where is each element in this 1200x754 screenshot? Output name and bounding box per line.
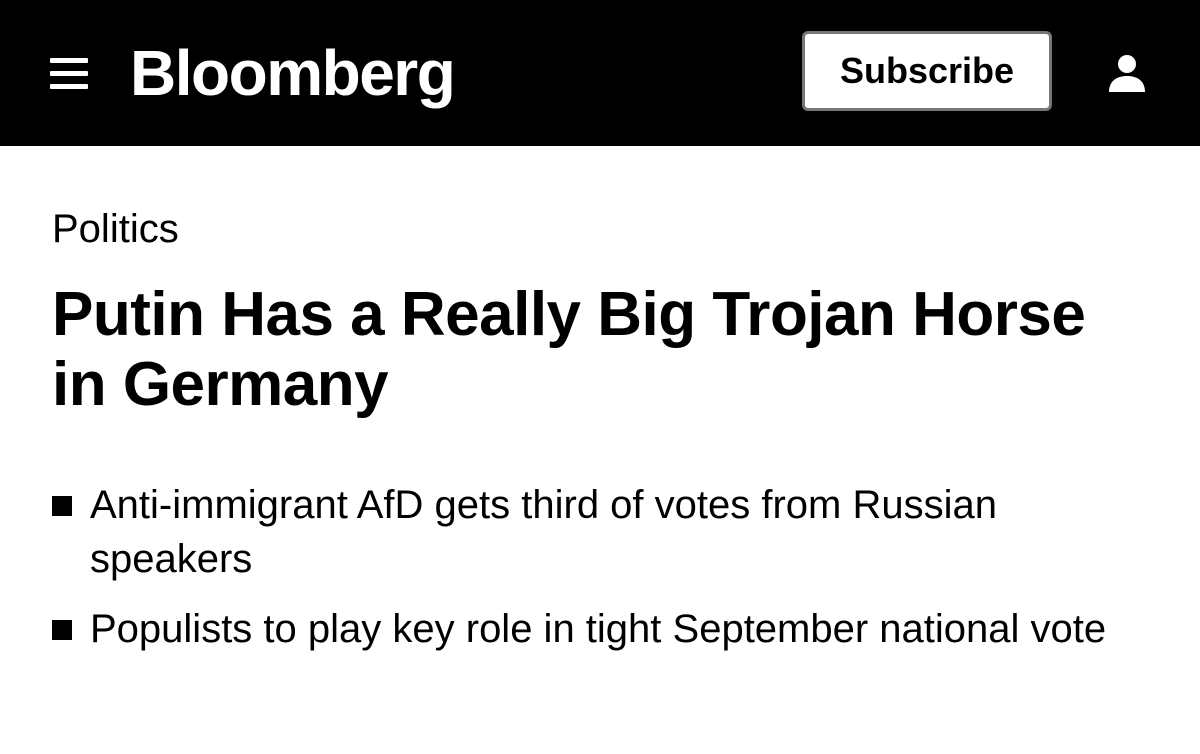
summary-bullet: Populists to play key role in tight Sept… [52,602,1162,656]
hamburger-menu-icon[interactable] [50,58,88,90]
bullet-square-icon [52,620,72,640]
summary-bullet-text: Populists to play key role in tight Sept… [90,607,1107,651]
summary-bullet-text: Anti-immigrant AfD gets third of votes f… [90,483,997,581]
bloomberg-logo[interactable]: Bloomberg [130,28,456,118]
section-label[interactable]: Politics [52,204,179,254]
article-headline[interactable]: Putin Has a Really Big Trojan Horse in G… [52,280,1152,420]
menu-icon-line [50,58,88,63]
menu-icon-line [50,84,88,89]
summary-bullet-list: Anti-immigrant AfD gets third of votes f… [52,478,1162,672]
top-navigation-bar: Bloomberg Subscribe [0,0,1200,146]
bullet-square-icon [52,496,72,516]
user-account-icon[interactable] [1106,54,1148,94]
summary-bullet: Anti-immigrant AfD gets third of votes f… [52,478,1162,586]
subscribe-button[interactable]: Subscribe [802,31,1052,111]
menu-icon-line [50,71,88,76]
